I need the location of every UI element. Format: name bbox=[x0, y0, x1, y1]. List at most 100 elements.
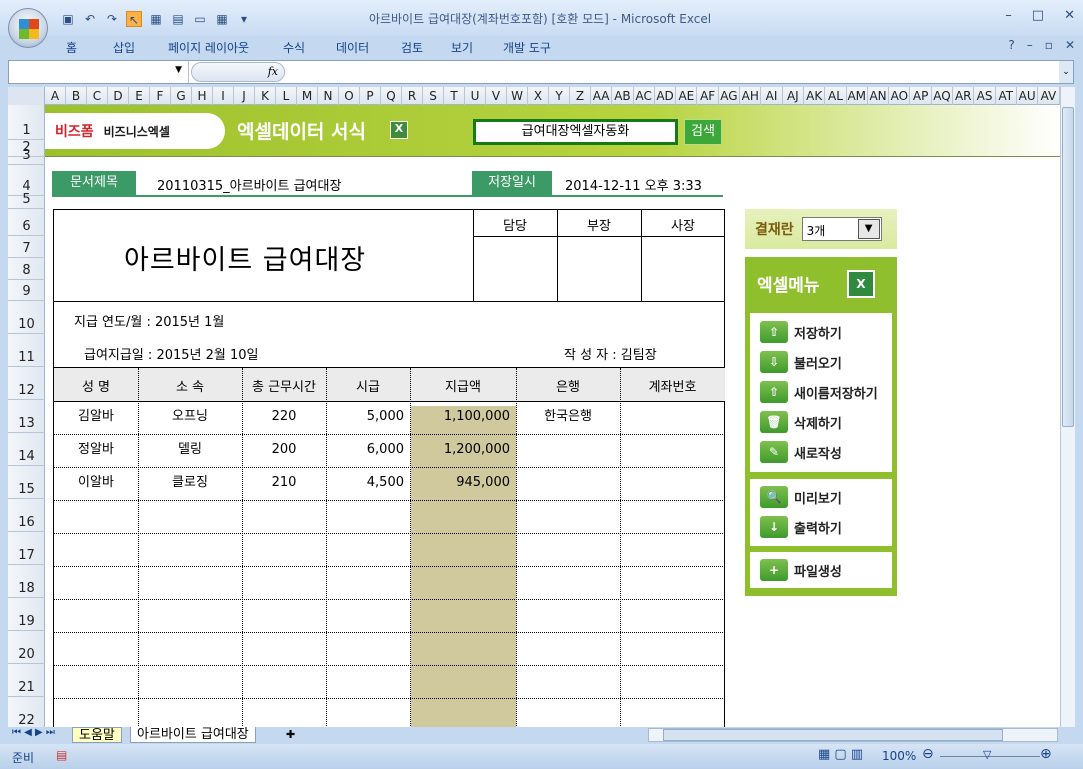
row-header[interactable]: 9 bbox=[8, 280, 45, 301]
table-cell[interactable] bbox=[410, 665, 516, 698]
fx-icon[interactable]: fx bbox=[268, 65, 278, 78]
table-cell[interactable]: 4,500 bbox=[326, 467, 410, 500]
search-button[interactable]: 검색 bbox=[684, 119, 722, 145]
row-header[interactable]: 6 bbox=[8, 209, 45, 236]
table-cell[interactable]: 클로징 bbox=[138, 467, 242, 500]
column-header[interactable]: S bbox=[423, 87, 444, 105]
table-cell[interactable] bbox=[242, 533, 326, 566]
table-cell[interactable] bbox=[410, 599, 516, 632]
table-cell[interactable]: 200 bbox=[242, 434, 326, 467]
expand-formula-bar-icon[interactable]: ⌄ bbox=[1059, 61, 1073, 83]
table-cell[interactable]: 945,000 bbox=[410, 467, 516, 500]
table-cell[interactable] bbox=[516, 467, 620, 500]
insert-sheet-icon[interactable]: ✚ bbox=[280, 727, 301, 743]
menu-item-group1-0[interactable]: ⇧ 저장하기 bbox=[750, 317, 892, 347]
table-cell[interactable] bbox=[138, 533, 242, 566]
table-cell[interactable] bbox=[326, 533, 410, 566]
menu-item-group1-1[interactable]: ⇩ 불러오기 bbox=[750, 347, 892, 377]
table-cell[interactable] bbox=[138, 500, 242, 533]
tab-data[interactable]: 데이터 bbox=[336, 36, 401, 58]
row-header[interactable]: 13 bbox=[8, 400, 45, 433]
maximize-button[interactable]: □ bbox=[1032, 8, 1044, 23]
column-header[interactable]: N bbox=[318, 87, 339, 105]
row-header[interactable]: 21 bbox=[8, 664, 45, 697]
table-cell[interactable] bbox=[54, 500, 138, 533]
help-icon[interactable]: ? bbox=[1008, 38, 1014, 52]
grid-icon[interactable]: ▦ bbox=[148, 11, 164, 27]
column-header[interactable]: AS bbox=[974, 87, 996, 105]
zoom-level[interactable]: 100% bbox=[882, 749, 916, 763]
column-header[interactable]: AH bbox=[740, 87, 762, 105]
office-button[interactable] bbox=[8, 8, 48, 48]
zoom-slider-thumb[interactable]: ▽ bbox=[983, 748, 991, 761]
tab-insert[interactable]: 삽입 bbox=[113, 36, 168, 58]
table-cell[interactable]: 1,100,000 bbox=[410, 401, 516, 434]
menu-item-group2-1[interactable]: ↓ 출력하기 bbox=[750, 512, 892, 542]
column-header[interactable]: Q bbox=[381, 87, 402, 105]
row-header[interactable]: 3 bbox=[8, 148, 45, 165]
table-cell[interactable] bbox=[138, 599, 242, 632]
chevron-down-icon[interactable]: ▼ bbox=[857, 219, 880, 239]
undo-icon[interactable]: ↶ bbox=[82, 11, 98, 27]
table-cell[interactable]: 한국은행 bbox=[516, 401, 620, 434]
row-header[interactable]: 15 bbox=[8, 466, 45, 499]
macro-record-icon[interactable]: ▤ bbox=[56, 748, 67, 762]
zoom-in-icon[interactable]: ⊕ bbox=[1040, 746, 1052, 762]
table-cell[interactable] bbox=[620, 401, 725, 434]
table-cell[interactable] bbox=[326, 698, 410, 727]
menu-item-group2-0[interactable]: 🔍 미리보기 bbox=[750, 482, 892, 512]
table-cell[interactable] bbox=[516, 632, 620, 665]
column-header[interactable]: AK bbox=[804, 87, 826, 105]
table-cell[interactable] bbox=[620, 566, 725, 599]
table-cell[interactable] bbox=[410, 632, 516, 665]
column-header[interactable]: H bbox=[192, 87, 213, 105]
column-header[interactable]: AN bbox=[868, 87, 890, 105]
column-header[interactable]: A bbox=[45, 87, 66, 105]
sheet-icon[interactable]: ▦ bbox=[214, 11, 230, 27]
table-cell[interactable] bbox=[410, 533, 516, 566]
table-cell[interactable] bbox=[326, 566, 410, 599]
row-header[interactable]: 8 bbox=[8, 258, 45, 280]
table-cell[interactable] bbox=[516, 500, 620, 533]
table-cell[interactable] bbox=[410, 566, 516, 599]
table-cell[interactable] bbox=[54, 566, 138, 599]
view-buttons[interactable]: ▦ ▢ ▥ bbox=[818, 747, 863, 762]
column-header[interactable]: AT bbox=[996, 87, 1017, 105]
table-cell[interactable]: 6,000 bbox=[326, 434, 410, 467]
table-cell[interactable] bbox=[242, 500, 326, 533]
column-header[interactable]: W bbox=[507, 87, 528, 105]
table-cell[interactable] bbox=[516, 599, 620, 632]
table-cell[interactable]: 정알바 bbox=[54, 434, 138, 467]
table-cell[interactable] bbox=[138, 632, 242, 665]
table-cell[interactable] bbox=[516, 434, 620, 467]
workbook-minimize-button[interactable]: – bbox=[1027, 38, 1033, 52]
save-icon[interactable]: ▣ bbox=[60, 11, 76, 27]
column-header[interactable]: AI bbox=[761, 87, 783, 105]
table-cell[interactable] bbox=[516, 665, 620, 698]
name-box[interactable]: ▼ bbox=[9, 61, 189, 83]
approval-count-select[interactable]: 3개 ▼ bbox=[801, 217, 882, 241]
sheet-tab-payroll[interactable]: 아르바이트 급여대장 bbox=[130, 727, 256, 743]
column-header[interactable]: C bbox=[87, 87, 108, 105]
column-header[interactable]: R bbox=[402, 87, 423, 105]
approval-sign-box[interactable] bbox=[473, 237, 557, 301]
table-cell[interactable]: 김알바 bbox=[54, 401, 138, 434]
table-cell[interactable] bbox=[242, 566, 326, 599]
column-header[interactable]: P bbox=[360, 87, 381, 105]
row-header[interactable]: 1 bbox=[8, 105, 45, 140]
workbook-close-button[interactable]: ✕ bbox=[1065, 38, 1075, 52]
worksheet[interactable]: A B C D E F G H I J K L M N O P Q R S T U V W X Y Z AA AB AC AD AE AF AG… bbox=[8, 87, 1060, 727]
redo-icon[interactable]: ↷ bbox=[104, 11, 120, 27]
column-header[interactable]: G bbox=[171, 87, 192, 105]
column-header[interactable]: D bbox=[108, 87, 129, 105]
column-header[interactable]: U bbox=[465, 87, 486, 105]
column-header[interactable]: L bbox=[276, 87, 297, 105]
table-cell[interactable]: 오프닝 bbox=[138, 401, 242, 434]
row-header[interactable]: 16 bbox=[8, 499, 45, 532]
table-cell[interactable]: 1,200,000 bbox=[410, 434, 516, 467]
column-header[interactable]: AC bbox=[634, 87, 655, 105]
table-cell[interactable] bbox=[410, 698, 516, 727]
scroll-thumb[interactable] bbox=[1062, 107, 1074, 427]
h-scroll-thumb[interactable] bbox=[663, 729, 1003, 741]
column-header[interactable]: E bbox=[129, 87, 150, 105]
